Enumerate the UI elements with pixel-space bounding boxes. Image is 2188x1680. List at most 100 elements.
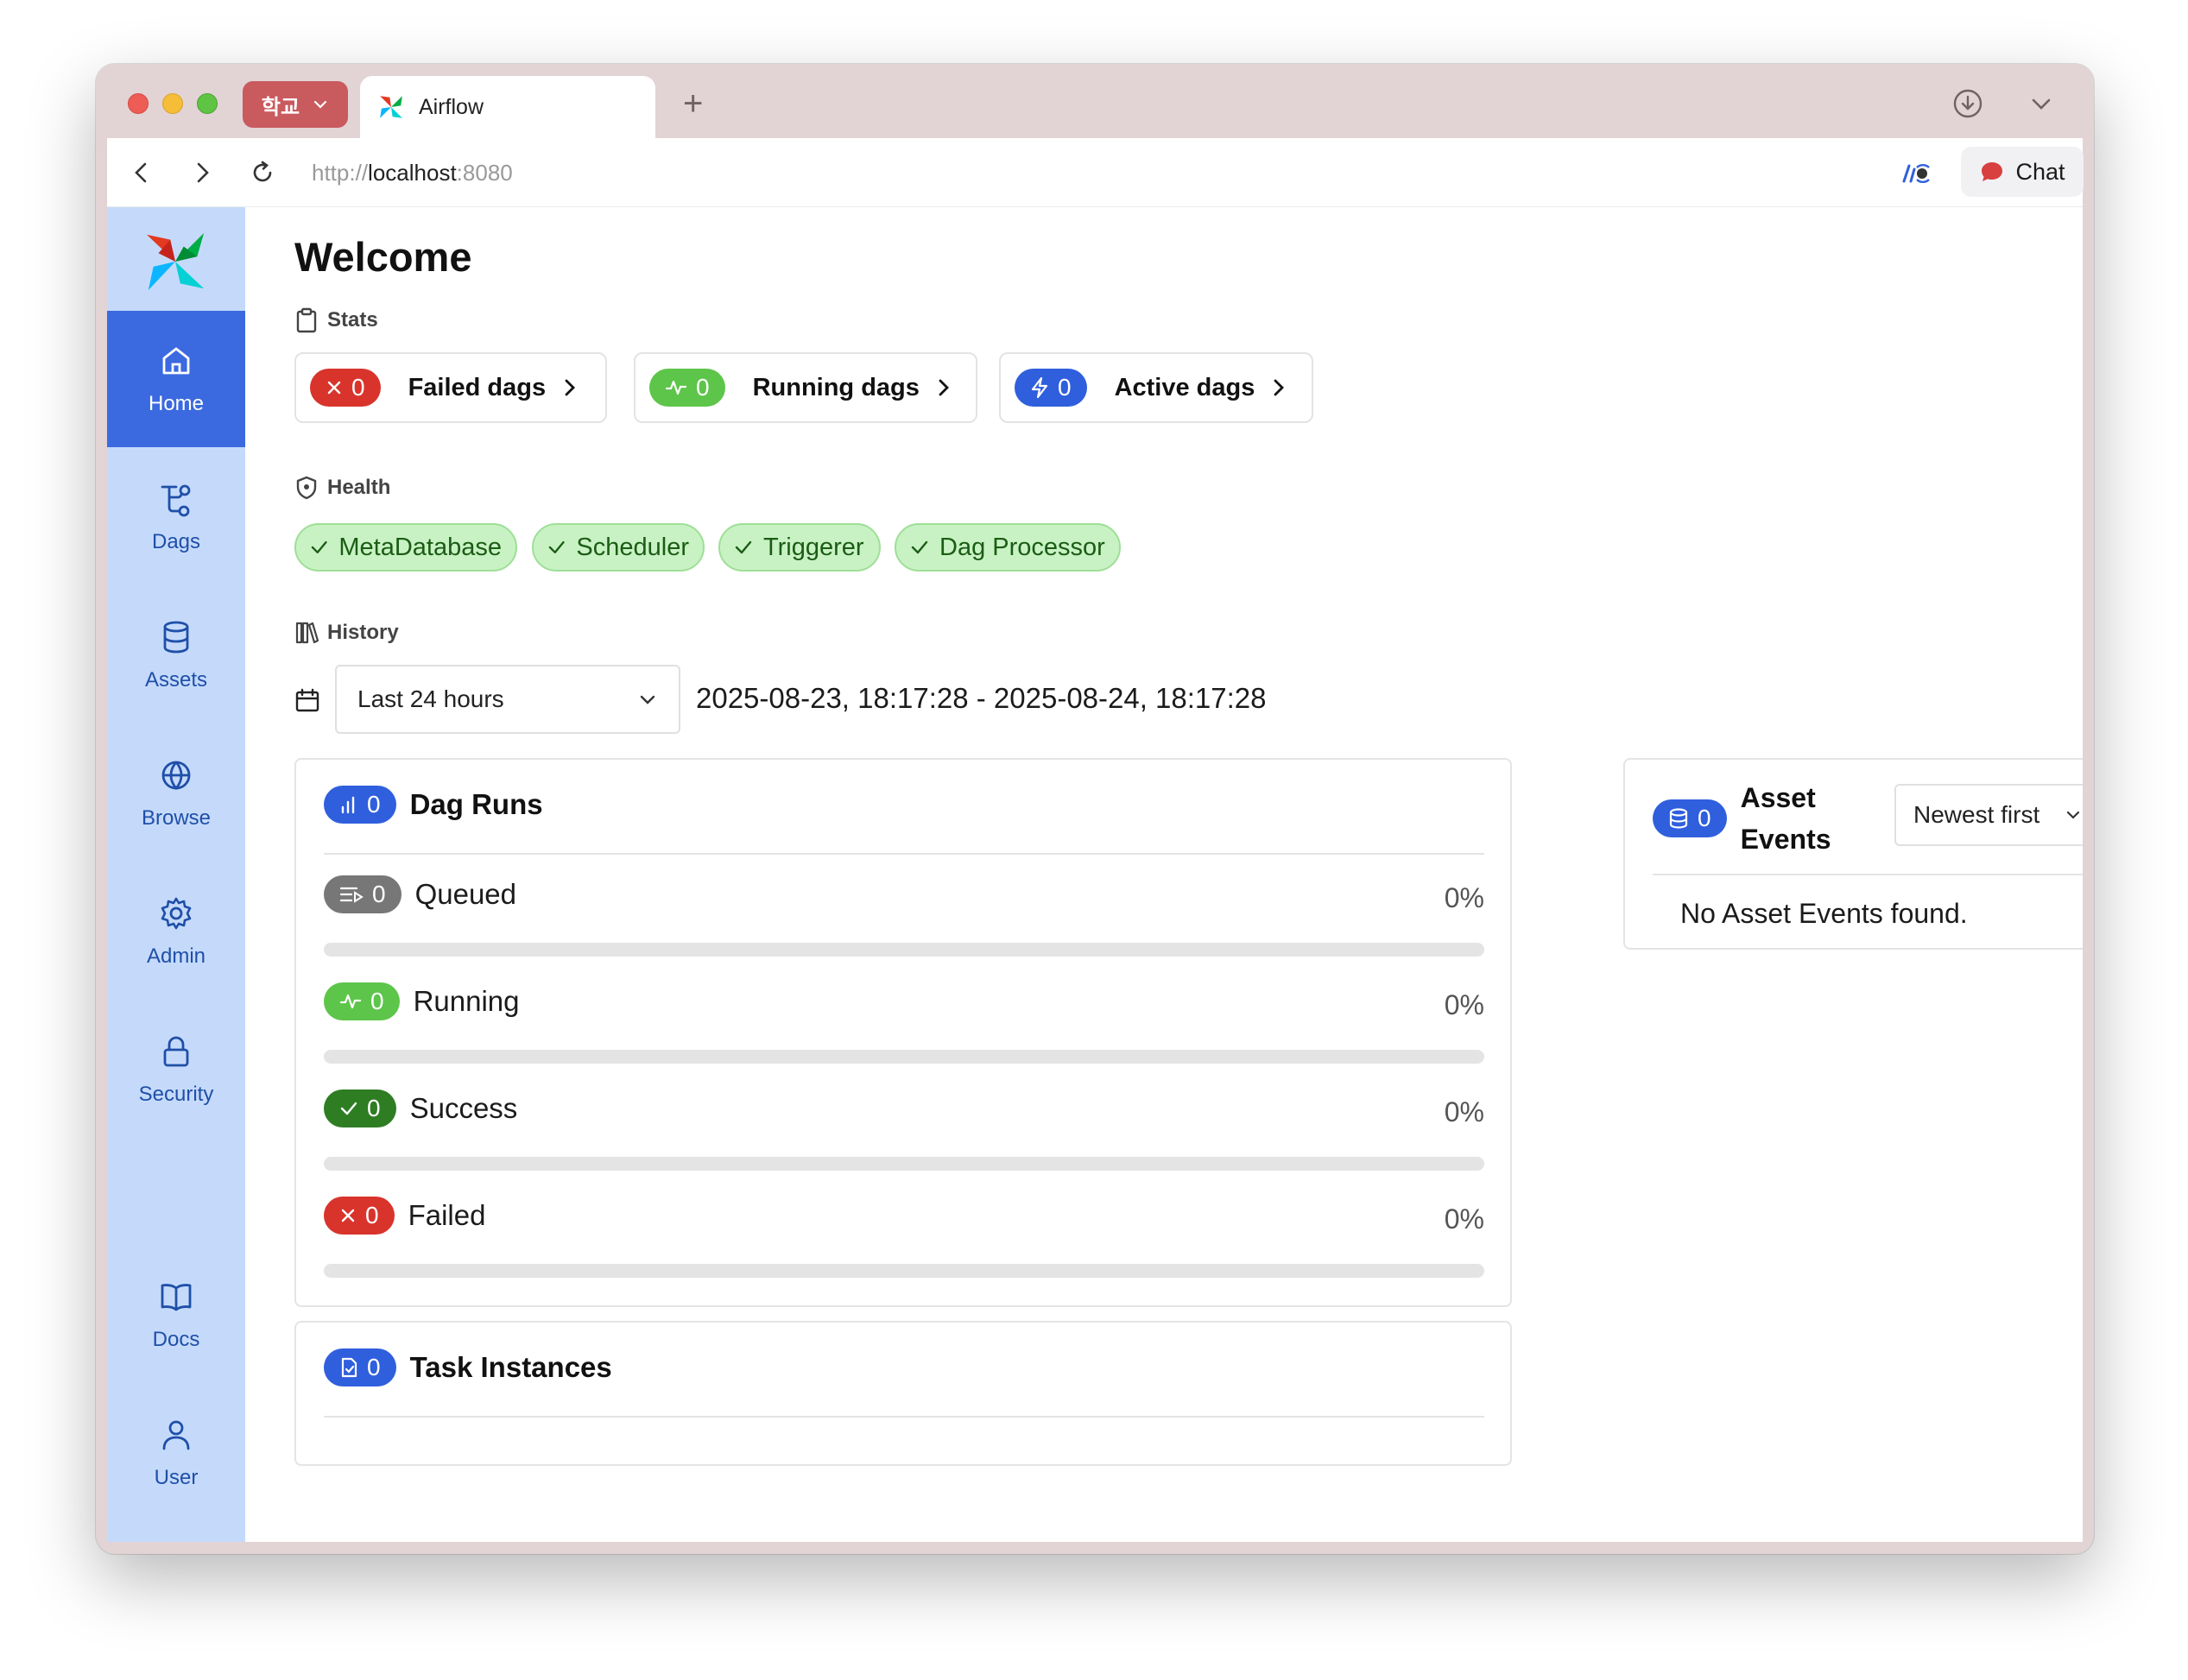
- activity-icon: [339, 994, 362, 1009]
- chat-bubble-icon: [1982, 162, 2003, 181]
- health-section-label: Health: [294, 475, 390, 501]
- clipboard-icon: [296, 307, 317, 333]
- sidebar-item-assets[interactable]: Assets: [107, 587, 245, 723]
- divider: [324, 853, 1484, 855]
- divider: [1653, 874, 2083, 875]
- asset-events-sort-select[interactable]: Newest first: [1894, 784, 2083, 846]
- chevron-down-icon: [313, 100, 327, 109]
- profile-switcher[interactable]: 학교: [243, 81, 348, 128]
- sidebar-item-label: Docs: [152, 1328, 200, 1351]
- maximize-window-button[interactable]: [197, 93, 218, 114]
- asset-events-header: 0 Asset Events: [1653, 777, 1831, 860]
- tab-list-chevron-icon[interactable]: [2028, 92, 2054, 117]
- time-range-select[interactable]: Last 24 hours: [335, 665, 680, 734]
- active-dags-card[interactable]: 0 Active dags: [999, 352, 1313, 423]
- dag-runs-badge: 0: [324, 786, 396, 824]
- sort-value: Newest first: [1913, 801, 2040, 828]
- browser-window: 학교 Airflow + http://localhost:8080 Chat …: [96, 64, 2094, 1554]
- x-icon: [341, 1209, 355, 1222]
- calendar-icon: [295, 688, 319, 712]
- asset-events-title: Asset Events: [1740, 782, 1831, 855]
- close-window-button[interactable]: [128, 93, 149, 114]
- check-icon: [311, 541, 327, 553]
- chat-button[interactable]: Chat: [1961, 147, 2084, 197]
- sidebar: Home Dags Assets Browse Admin Security D…: [107, 207, 245, 1542]
- asset-events-empty-message: No Asset Events found.: [1680, 898, 1968, 929]
- download-icon[interactable]: [1952, 88, 1983, 119]
- divider: [324, 1416, 1484, 1418]
- running-dags-label: Running dags: [752, 373, 920, 401]
- stats-section-label: Stats: [294, 307, 378, 333]
- minimize-window-button[interactable]: [162, 93, 183, 114]
- profile-label: 학교: [261, 95, 300, 119]
- failed-dags-card[interactable]: 0 Failed dags: [294, 352, 607, 423]
- airflow-logo-icon[interactable]: [142, 228, 209, 295]
- chevron-right-icon: [565, 379, 576, 396]
- dag-run-row-running: 0 Running 0%: [324, 982, 1484, 1064]
- check-icon: [548, 540, 565, 554]
- user-icon: [162, 1420, 190, 1450]
- browser-toolbar: http://localhost:8080 Chat: [107, 138, 2084, 207]
- queued-progress-bar: [324, 943, 1484, 957]
- forward-icon[interactable]: [188, 159, 216, 186]
- sidebar-item-label: Security: [138, 1083, 214, 1106]
- sidebar-item-label: Admin: [146, 944, 206, 968]
- sidebar-item-browse[interactable]: Browse: [107, 725, 245, 862]
- success-badge: 0: [324, 1089, 396, 1127]
- sidebar-item-label: Assets: [144, 668, 208, 692]
- health-pill-metadatabase: MetaDatabase: [294, 523, 517, 572]
- failed-label: Failed: [408, 1199, 486, 1231]
- sidebar-item-home[interactable]: Home: [107, 311, 245, 447]
- running-dags-card[interactable]: 0 Running dags: [634, 352, 977, 423]
- sidebar-item-dags[interactable]: Dags: [107, 449, 245, 585]
- main-content: Welcome Stats 0 Failed dags 0 Running da…: [245, 207, 2083, 1542]
- task-instances-card: 0 Task Instances: [294, 1321, 1512, 1466]
- check-icon: [911, 540, 928, 554]
- shield-icon: [296, 476, 317, 500]
- running-label: Running: [413, 985, 520, 1017]
- health-pill-scheduler: Scheduler: [532, 523, 705, 572]
- sidebar-item-user[interactable]: User: [107, 1385, 245, 1521]
- page-title: Welcome: [294, 234, 472, 280]
- extension-icon[interactable]: [1900, 161, 1932, 186]
- history-section-label: History: [294, 620, 399, 646]
- tab-title: Airflow: [419, 94, 484, 119]
- check-icon: [735, 540, 752, 554]
- back-icon[interactable]: [128, 159, 155, 186]
- dag-runs-title: Dag Runs: [409, 788, 543, 820]
- task-instances-title: Task Instances: [409, 1351, 612, 1383]
- failed-dags-badge: 0: [310, 369, 381, 407]
- sidebar-item-security[interactable]: Security: [107, 1001, 245, 1138]
- sidebar-item-label: Home: [148, 392, 205, 415]
- url-scheme: http://: [312, 160, 369, 186]
- globe-icon: [161, 761, 191, 791]
- sidebar-item-admin[interactable]: Admin: [107, 863, 245, 1000]
- library-icon: [295, 622, 319, 644]
- dag-runs-header: 0 Dag Runs: [324, 786, 543, 824]
- gear-icon: [161, 897, 192, 930]
- chat-label: Chat: [2015, 158, 2065, 185]
- active-dags-badge: 0: [1015, 369, 1087, 407]
- running-dags-badge: 0: [649, 369, 725, 407]
- success-progress-bar: [324, 1157, 1484, 1171]
- address-bar[interactable]: http://localhost:8080: [312, 155, 513, 190]
- queued-percent: 0%: [1444, 882, 1484, 913]
- book-icon: [161, 1284, 192, 1311]
- success-label: Success: [409, 1092, 518, 1124]
- failed-badge: 0: [324, 1197, 395, 1235]
- success-percent: 0%: [1444, 1096, 1484, 1127]
- reload-icon[interactable]: [249, 159, 276, 186]
- asset-events-card: 0 Asset Events Newest first No Asset Eve…: [1623, 758, 2083, 950]
- sidebar-item-label: Browse: [141, 806, 212, 830]
- new-tab-button[interactable]: +: [683, 85, 703, 123]
- check-icon: [340, 1102, 357, 1115]
- url-host: localhost: [368, 160, 457, 186]
- dag-run-row-success: 0 Success 0%: [324, 1089, 1484, 1171]
- failed-dags-label: Failed dags: [408, 373, 547, 401]
- lock-icon: [163, 1036, 189, 1067]
- health-pill-triggerer: Triggerer: [718, 523, 881, 572]
- browser-tab-airflow[interactable]: Airflow: [360, 76, 655, 138]
- queued-label: Queued: [414, 878, 517, 910]
- file-check-icon: [341, 1357, 357, 1378]
- sidebar-item-docs[interactable]: Docs: [107, 1247, 245, 1383]
